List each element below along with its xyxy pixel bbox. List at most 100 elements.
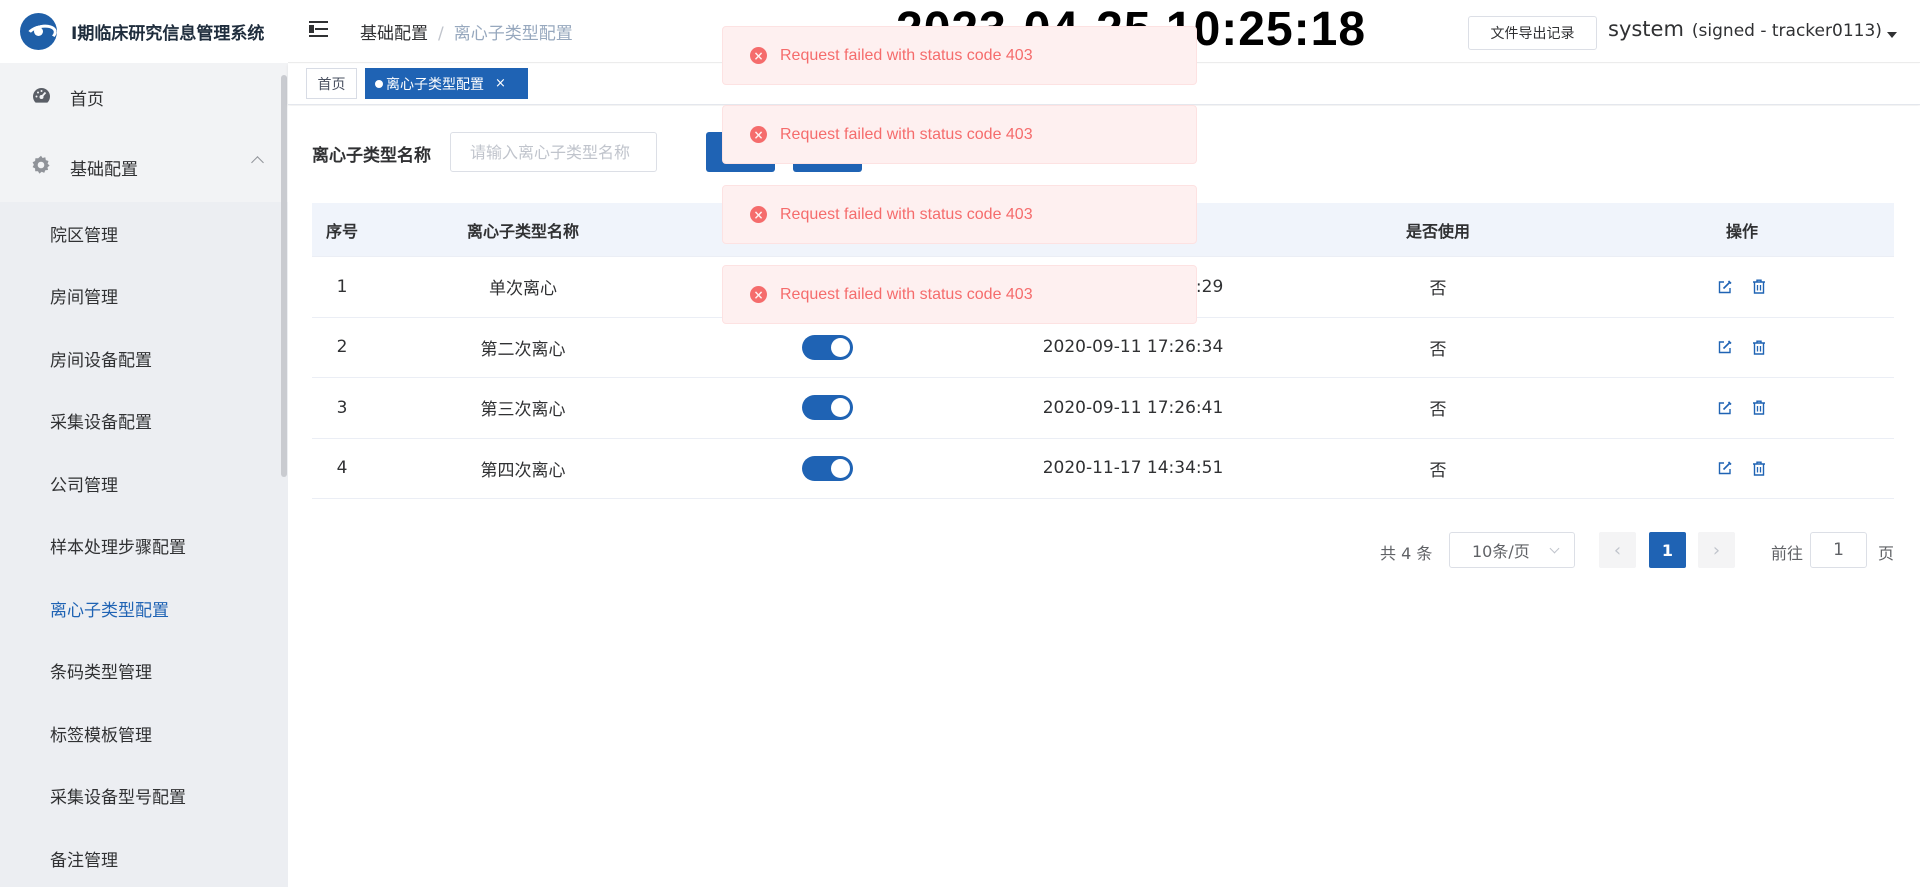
page-size-value: 10条/页 <box>1472 542 1530 561</box>
page-size-select[interactable]: 10条/页 <box>1449 532 1575 568</box>
tag-current[interactable]: 离心子类型配置 × <box>365 68 528 99</box>
chevron-down-icon <box>1549 543 1560 554</box>
breadcrumb-separator: / <box>438 24 444 44</box>
cell-used: 否 <box>1429 279 1447 300</box>
logo-icon <box>20 13 57 50</box>
toast-message: Request failed with status code 403 <box>780 285 1033 303</box>
sidebar-item-campus[interactable]: 院区管理 <box>0 202 288 265</box>
sidebar-item-label: 房间设备配置 <box>50 350 152 371</box>
sidebar-scrollbar[interactable] <box>281 75 287 477</box>
edit-icon[interactable] <box>1717 460 1733 476</box>
filter-label: 离心子类型名称 <box>312 146 431 166</box>
cell-name: 第三次离心 <box>480 400 566 421</box>
sidebar-item-remarks[interactable]: 备注管理 <box>0 827 288 887</box>
cell-used: 否 <box>1429 460 1447 481</box>
edit-icon[interactable] <box>1717 339 1733 355</box>
breadcrumb-current: 离心子类型配置 <box>453 24 573 44</box>
sidebar-item-label-template[interactable]: 标签模板管理 <box>0 702 288 765</box>
cell-index: 3 <box>336 397 348 418</box>
user-menu[interactable]: system (signed - tracker0113) <box>1608 17 1882 41</box>
chevron-right-icon: › <box>1712 539 1721 561</box>
column-header: 序号 <box>326 221 359 241</box>
sidebar-item-home[interactable]: 首页 <box>0 63 288 132</box>
tag-home[interactable]: 首页 <box>306 68 357 99</box>
submenu-basic-config: 院区管理 房间管理 房间设备配置 采集设备配置 公司管理 样本处理步骤配置 离心… <box>0 202 288 887</box>
cell-time: 2020-09-11 17:26:41 <box>1042 397 1224 418</box>
gear-icon <box>30 155 52 180</box>
sidebar-item-label: 采集设备配置 <box>50 413 152 434</box>
active-dot-icon <box>375 79 383 88</box>
sidebar-item-sample-steps[interactable]: 样本处理步骤配置 <box>0 515 288 578</box>
user-name: system <box>1608 17 1684 41</box>
cell-index: 2 <box>336 337 348 358</box>
status-toggle[interactable] <box>801 334 853 360</box>
sidebar-item-collect-device[interactable]: 采集设备配置 <box>0 390 288 453</box>
cell-time: 2020-09-11 17:26:34 <box>1042 337 1224 358</box>
centrifuge-name-input[interactable] <box>450 132 657 172</box>
sidebar-item-label: 离心子类型配置 <box>50 600 169 621</box>
cell-time: 2020-11-17 14:34:51 <box>1042 458 1224 479</box>
sidebar-item-label: 采集设备型号配置 <box>50 788 186 809</box>
sidebar-item-label: 公司管理 <box>50 475 118 496</box>
cell-index: 1 <box>336 276 348 297</box>
sidebar-item-room[interactable]: 房间管理 <box>0 265 288 328</box>
column-header: 离心子类型名称 <box>466 221 579 241</box>
goto-label: 前往 <box>1771 544 1804 563</box>
chevron-left-icon: ‹ <box>1613 539 1622 561</box>
delete-icon[interactable] <box>1751 400 1767 416</box>
caret-down-icon[interactable] <box>1887 32 1897 38</box>
edit-icon[interactable] <box>1717 279 1733 295</box>
page-number-button[interactable]: 1 <box>1649 532 1686 568</box>
cell-name: 单次离心 <box>489 279 557 300</box>
edit-icon[interactable] <box>1717 400 1733 416</box>
status-toggle[interactable] <box>801 455 853 481</box>
sidebar-item-label: 备注管理 <box>50 850 118 871</box>
error-toast: × Request failed with status code 403 <box>722 105 1197 164</box>
status-toggle[interactable] <box>801 395 853 421</box>
sidebar-item-barcode-type[interactable]: 条码类型管理 <box>0 640 288 703</box>
delete-icon[interactable] <box>1751 279 1767 295</box>
table-row: 3 第三次离心 2020-09-11 17:26:41 否 <box>312 378 1894 439</box>
sidebar-item-room-device[interactable]: 房间设备配置 <box>0 327 288 390</box>
error-circle-icon: × <box>750 206 767 223</box>
column-header: 是否使用 <box>1405 221 1470 241</box>
cell-used: 否 <box>1429 400 1447 421</box>
pagination: 共 4 条 10条/页 ‹ 1 › 前往 页 <box>288 532 1920 568</box>
cell-used: 否 <box>1429 339 1447 360</box>
sidebar: I期临床研究信息管理系统 首页 基础配置 院区管理 房间管理 房间设备配置 采集… <box>0 0 288 887</box>
column-header: 操作 <box>1725 221 1758 241</box>
error-toast: × Request failed with status code 403 <box>722 26 1197 85</box>
cell-name: 第四次离心 <box>480 460 566 481</box>
export-records-button[interactable]: 文件导出记录 <box>1468 16 1597 50</box>
sidebar-item-device-model[interactable]: 采集设备型号配置 <box>0 765 288 828</box>
sidebar-item-label: 标签模板管理 <box>50 725 152 746</box>
sidebar-item-label: 条码类型管理 <box>50 663 152 684</box>
sidebar-item-company[interactable]: 公司管理 <box>0 452 288 515</box>
breadcrumb-parent[interactable]: 基础配置 <box>360 24 428 44</box>
sidebar-item-centrifuge-type[interactable]: 离心子类型配置 <box>0 577 288 640</box>
centrifuge-table: 序号 离心子类型名称 是否使用 操作 1 单次离心 2020-09-11 17:… <box>312 203 1894 499</box>
cell-actions <box>1590 400 1894 416</box>
error-circle-icon: × <box>750 47 767 64</box>
sidebar-item-label: 房间管理 <box>50 288 118 309</box>
sidebar-item-label: 样本处理步骤配置 <box>50 538 186 559</box>
cell-status <box>674 395 980 421</box>
sidebar-group-basic-config[interactable]: 基础配置 <box>0 132 288 202</box>
prev-page-button[interactable]: ‹ <box>1599 532 1636 568</box>
cell-status <box>674 455 980 481</box>
tag-current-label: 离心子类型配置 <box>386 76 484 93</box>
error-circle-icon: × <box>750 126 767 143</box>
sidebar-item-label: 院区管理 <box>50 225 118 246</box>
close-icon[interactable]: × <box>495 76 506 91</box>
cell-index: 4 <box>336 458 348 479</box>
delete-icon[interactable] <box>1751 460 1767 476</box>
toast-message: Request failed with status code 403 <box>780 46 1033 64</box>
pagination-total: 共 4 条 <box>1380 544 1433 563</box>
app-title: I期临床研究信息管理系统 <box>71 24 265 44</box>
error-circle-icon: × <box>750 286 767 303</box>
menu-toggle-icon[interactable] <box>309 21 328 38</box>
delete-icon[interactable] <box>1751 339 1767 355</box>
goto-page-input[interactable] <box>1810 532 1867 568</box>
cell-actions <box>1590 339 1894 355</box>
next-page-button[interactable]: › <box>1698 532 1735 568</box>
